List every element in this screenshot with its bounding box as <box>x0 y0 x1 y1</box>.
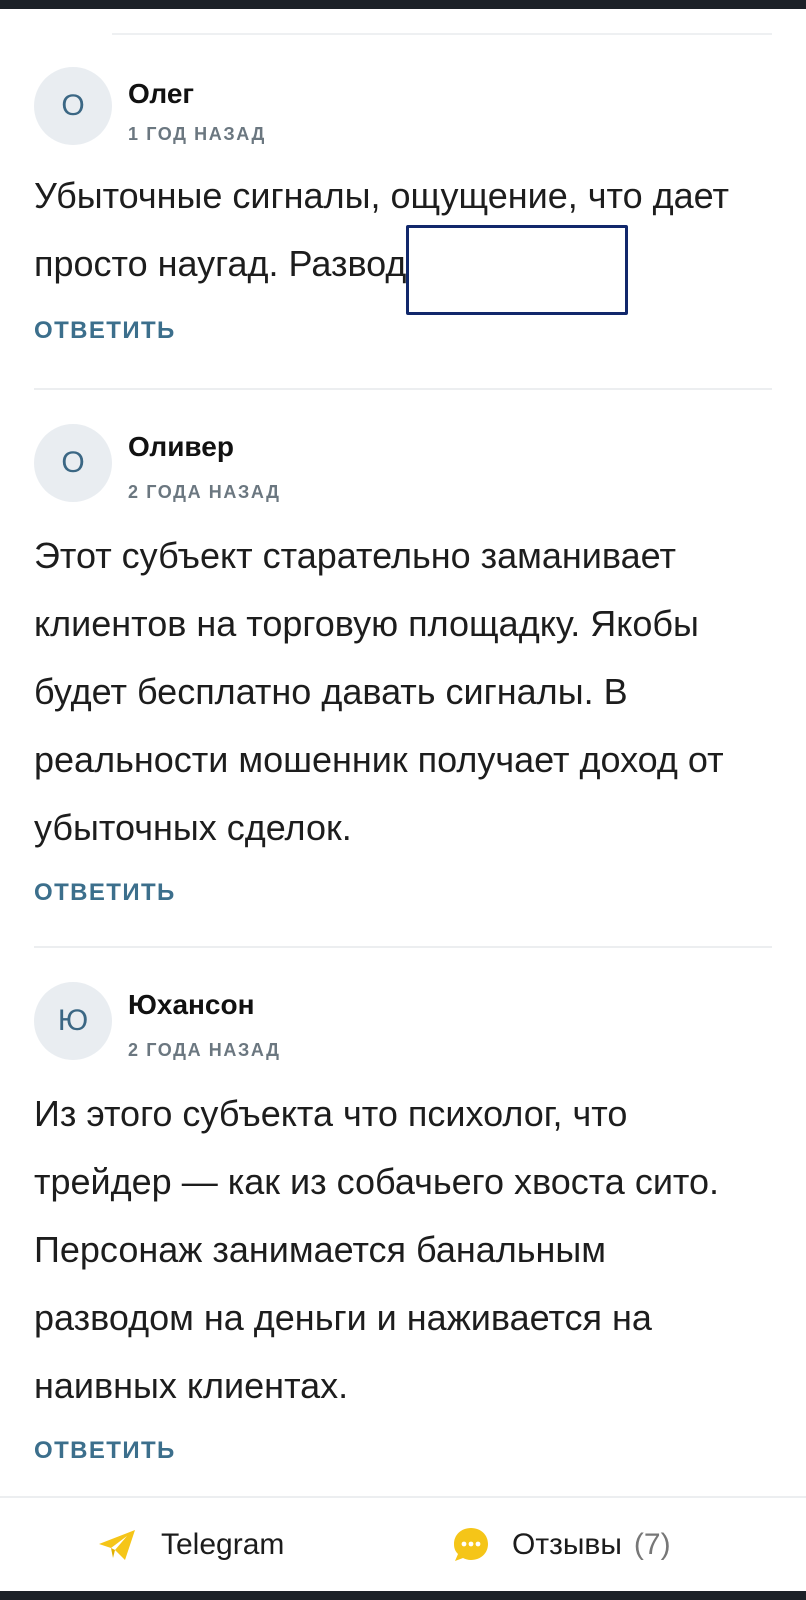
highlight-annotation <box>406 225 628 315</box>
comment-author: Оливер <box>128 431 234 462</box>
divider <box>112 33 772 35</box>
divider <box>34 946 772 948</box>
reply-button[interactable]: Ответить <box>34 1437 176 1465</box>
telegram-label: Telegram <box>161 1528 285 1561</box>
comment-author: Олег <box>128 78 195 109</box>
bottom-bar: Telegram Отзывы (7) <box>0 1496 806 1590</box>
reviews-label: Отзывы <box>512 1528 622 1561</box>
divider <box>34 388 772 390</box>
avatar: Ю <box>34 982 112 1060</box>
nav-bar <box>0 1591 806 1600</box>
telegram-plane-icon <box>97 1528 137 1562</box>
comment-time: 2 года назад <box>128 1040 281 1060</box>
reviews-button[interactable]: Отзывы (7) <box>452 1498 671 1592</box>
avatar: О <box>34 67 112 145</box>
comment-text: Из этого субъекта что психолог, что трей… <box>34 1093 720 1406</box>
comment-text: Убыточные сигналы, ощущение, что дает пр… <box>34 175 729 284</box>
comment-time: 1 год назад <box>128 124 266 144</box>
avatar: О <box>34 424 112 502</box>
comment: О Оливер 2 года назад Этот субъект стара… <box>34 424 772 914</box>
telegram-button[interactable]: Telegram <box>97 1498 284 1592</box>
comment: Ю Юхансон 2 года назад Из этого субъекта… <box>34 982 772 1472</box>
comment: О Олег 1 год назад Убыточные сигналы, ощ… <box>34 67 772 357</box>
reply-button[interactable]: Ответить <box>34 879 176 907</box>
reply-button[interactable]: Ответить <box>34 317 176 345</box>
comment-time: 2 года назад <box>128 482 281 502</box>
comment-text: Этот субъект старательно заманивает клие… <box>34 535 724 848</box>
reviews-count: (7) <box>633 1528 671 1561</box>
chat-bubble-icon <box>452 1526 490 1564</box>
comment-author: Юхансон <box>128 989 255 1020</box>
status-bar <box>0 0 806 9</box>
